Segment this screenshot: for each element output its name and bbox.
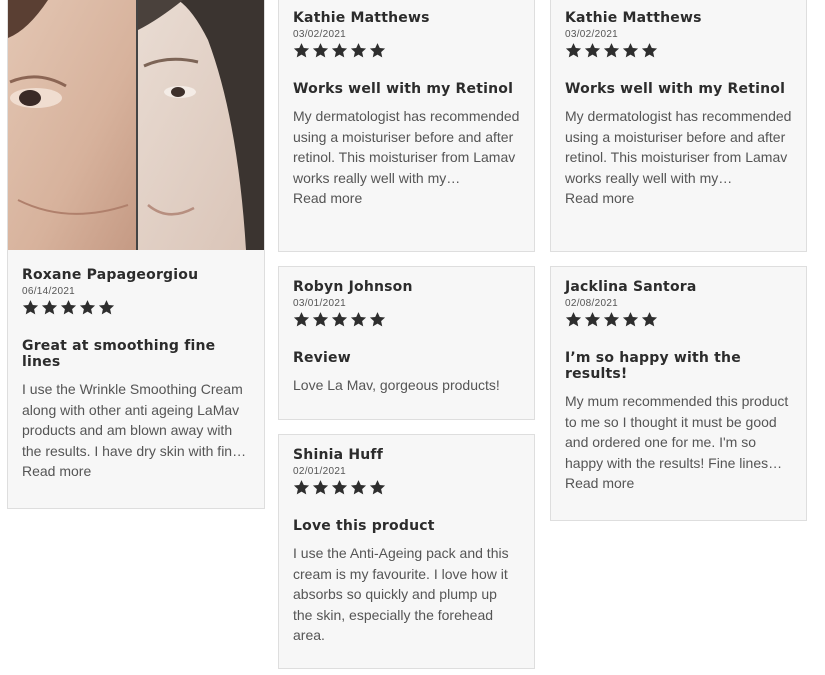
- star-icon: [584, 43, 601, 58]
- star-icon: [98, 300, 115, 315]
- read-more-link[interactable]: Read more: [565, 188, 634, 208]
- review-title: Works well with my Retinol: [565, 81, 786, 97]
- reviewer-name: Shinia Huff: [293, 447, 384, 463]
- review-date: 06/14/2021: [22, 286, 76, 297]
- star-icon: [350, 312, 367, 327]
- review-photo[interactable]: [8, 0, 264, 250]
- review-card: Robyn Johnson 03/01/2021 Review Love La …: [278, 266, 535, 420]
- star-icon: [641, 43, 658, 58]
- star-icon: [565, 43, 582, 58]
- star-icon: [293, 312, 310, 327]
- star-icon: [312, 480, 329, 495]
- star-icon: [293, 43, 310, 58]
- star-icon: [22, 300, 39, 315]
- star-icon: [312, 43, 329, 58]
- star-icon: [369, 480, 386, 495]
- review-card: Jacklina Santora 02/08/2021 I’m so happy…: [550, 266, 807, 521]
- review-body: Love La Mav, gorgeous products!: [293, 377, 500, 393]
- star-icon: [331, 312, 348, 327]
- star-rating: [293, 479, 520, 496]
- review-body: I use the Anti-Ageing pack and this crea…: [293, 545, 509, 643]
- star-icon: [641, 312, 658, 327]
- review-card: Shinia Huff 02/01/2021 Love this product…: [278, 434, 535, 669]
- review-body: My dermatologist has recommended using a…: [293, 108, 520, 186]
- review-date: 02/08/2021: [565, 298, 619, 309]
- review-body: I use the Wrinkle Smoothing Cream along …: [22, 381, 243, 459]
- read-more-link[interactable]: Read more: [293, 188, 362, 208]
- before-after-face-image: [8, 0, 264, 250]
- star-icon: [60, 300, 77, 315]
- read-more-link[interactable]: Read more: [565, 473, 634, 493]
- star-icon: [41, 300, 58, 315]
- star-rating: [565, 42, 792, 59]
- review-card: Roxane Papageorgiou 06/14/2021 Great at …: [7, 0, 265, 509]
- review-date: 03/01/2021: [293, 298, 347, 309]
- review-card: Kathie Matthews 03/02/2021 Works well wi…: [278, 0, 535, 252]
- reviewer-name: Jacklina Santora: [565, 279, 697, 295]
- review-title: Works well with my Retinol: [293, 81, 514, 97]
- read-more-link[interactable]: Read more: [22, 461, 91, 481]
- star-icon: [369, 312, 386, 327]
- review-title: Great at smoothing fine lines: [22, 338, 216, 370]
- star-icon: [622, 312, 639, 327]
- review-title: I’m so happy with the results!: [565, 350, 741, 382]
- star-icon: [622, 43, 639, 58]
- star-rating: [22, 299, 250, 316]
- star-icon: [331, 43, 348, 58]
- review-body: My dermatologist has recommended using a…: [565, 108, 792, 186]
- star-icon: [565, 312, 582, 327]
- review-date: 02/01/2021: [293, 466, 347, 477]
- reviewer-name: Robyn Johnson: [293, 279, 413, 295]
- review-card: Kathie Matthews 03/02/2021 Works well wi…: [550, 0, 807, 252]
- review-body: My mum recommended this product to me so…: [565, 393, 789, 471]
- reviewer-name: Kathie Matthews: [293, 10, 430, 26]
- star-icon: [350, 480, 367, 495]
- star-icon: [293, 480, 310, 495]
- star-icon: [350, 43, 367, 58]
- review-title: Love this product: [293, 518, 435, 534]
- star-icon: [331, 480, 348, 495]
- star-rating: [565, 311, 792, 328]
- star-rating: [293, 311, 520, 328]
- review-date: 03/02/2021: [565, 29, 619, 40]
- star-icon: [79, 300, 96, 315]
- star-icon: [584, 312, 601, 327]
- reviewer-name: Kathie Matthews: [565, 10, 702, 26]
- review-title: Review: [293, 350, 351, 366]
- review-date: 03/02/2021: [293, 29, 347, 40]
- star-icon: [603, 312, 620, 327]
- star-rating: [293, 42, 520, 59]
- star-icon: [603, 43, 620, 58]
- star-icon: [312, 312, 329, 327]
- star-icon: [369, 43, 386, 58]
- reviewer-name: Roxane Papageorgiou: [22, 267, 199, 283]
